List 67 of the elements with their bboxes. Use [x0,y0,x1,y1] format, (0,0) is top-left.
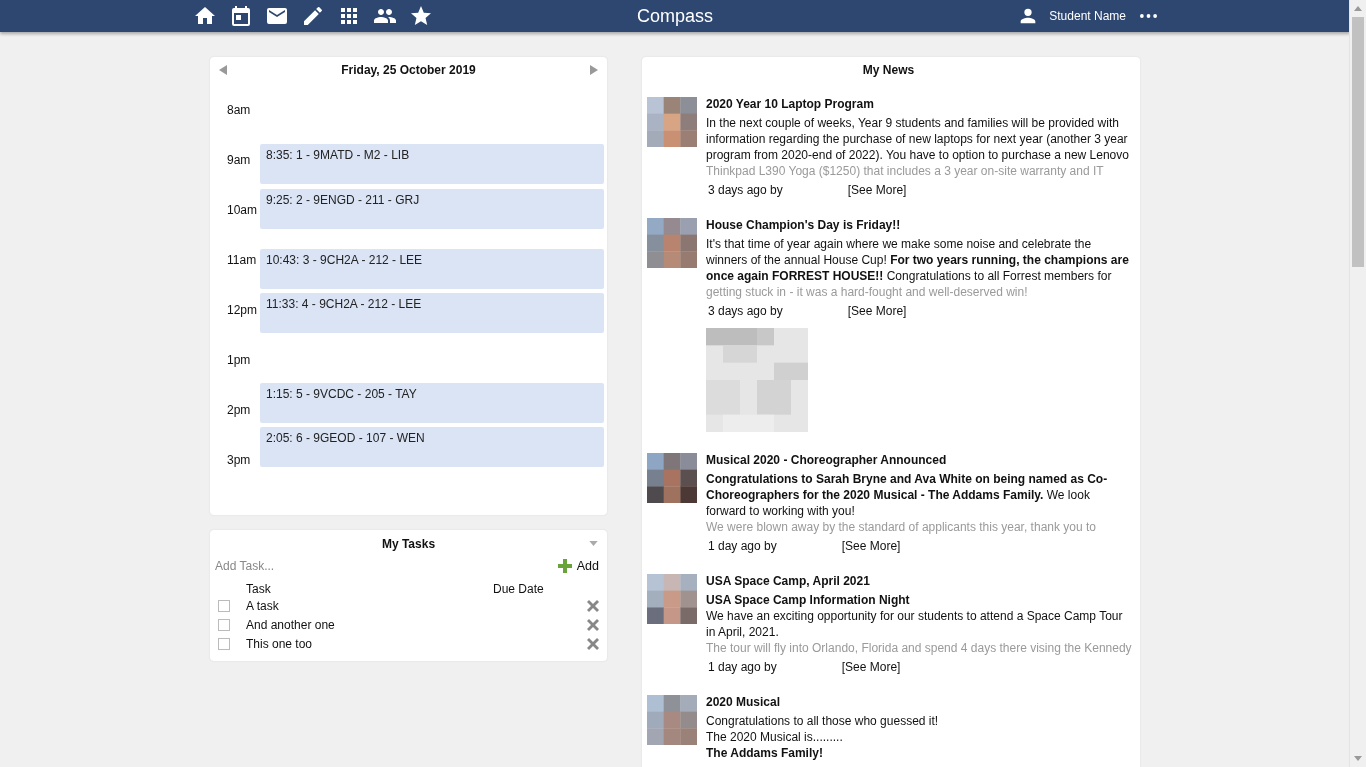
task-name: A task [246,598,280,613]
checkbox[interactable] [218,599,230,612]
hour-label: 2pm [227,403,251,417]
hour-label: 11am [227,253,257,267]
news-text: The 2020 Musical is......... [706,729,844,745]
posted-time: 1 day ago by [708,660,777,674]
news-subtitle: USA Space Camp Information Night [706,592,911,608]
news-headline[interactable]: House Champion's Day is Friday!! [706,218,1130,232]
plus-icon [557,559,572,573]
delete-icon[interactable] [587,599,599,612]
column-header: Due Date [493,582,544,596]
news-text: Congratulations to Sarah Bryne and Ava White on being named as Co-Choreographers for the 2020 Musical - The Addams Family. We look forward to working with you! [706,471,1109,519]
column-header: Task [246,582,272,596]
calendar-event[interactable]: 2:05: 6 - 9GEOD - 107 - WEN [260,426,604,467]
hour-label: 9am [227,153,251,167]
news-text: We have an exciting opportunity for our students to attend a Space Camp Tour in April, 2021. [706,608,1124,640]
news-text: The tour will fly into Orlando, Florida and spend 4 days there vising the Kennedy [706,640,1132,656]
tasks-title: My Tasks [381,537,436,551]
pencil-icon[interactable] [301,4,325,28]
see-more-link[interactable]: [See More] [847,304,907,318]
news-headline[interactable]: 2020 Year 10 Laptop Program [706,97,1130,111]
posted-time: 3 days ago by [708,183,783,197]
scroll-down-icon[interactable] [1354,756,1362,761]
calendar-event[interactable]: 10:43: 3 - 9CH2A - 212 - LEE [260,249,604,290]
news-text: It's that time of year again where we make some noise and celebrate the winners of the annual House Cup! For two years running, the champions are once again FORREST HOUSE!! Congratulations to all Forrest members for [706,236,1130,284]
scrollbar-thumb[interactable] [1352,17,1364,267]
news-text: Congratulations to all those who guessed it! [706,713,940,729]
news-headline[interactable]: Musical 2020 - Choreographer Announced [706,453,1130,467]
hour-label: 10am [227,203,258,217]
previous-day-icon[interactable] [219,65,227,75]
add-button[interactable]: Add [557,559,602,573]
see-more-link[interactable]: [See More] [841,660,901,674]
news-text: The Addams Family! [706,745,824,761]
user-name[interactable]: Student Name [1049,9,1126,23]
calendar-icon[interactable] [229,4,253,28]
calendar-date: Friday, 25 October 2019 [341,63,476,77]
star-icon[interactable] [409,4,433,28]
scroll-up-icon[interactable] [1354,6,1362,11]
calendar-event[interactable]: 9:25: 2 - 9ENGD - 211 - GRJ [260,188,604,229]
see-more-link[interactable]: [See More] [847,183,907,197]
hour-label: 8am [227,103,251,117]
checkbox[interactable] [218,618,230,631]
posted-time: 1 day ago by [708,539,777,553]
calendar-event[interactable]: 11:33: 4 - 9CH2A - 212 - LEE [260,293,604,334]
calendar-event[interactable]: 8:35: 1 - 9MATD - M2 - LIB [260,144,604,185]
task-name: And another one [246,617,336,632]
posted-time: 3 days ago by [708,304,783,318]
more-icon[interactable] [1140,14,1157,18]
hour-label: 12pm [227,303,258,317]
hour-label: 3pm [227,453,251,467]
hour-label: 1pm [227,353,251,367]
app-title: Compass [637,5,713,27]
delete-icon[interactable] [587,637,599,650]
delete-icon[interactable] [587,618,599,631]
calendar-event[interactable]: 1:15: 5 - 9VCDC - 205 - TAY [260,382,604,423]
dropdown-icon[interactable] [589,541,598,546]
see-more-link[interactable]: [See More] [841,539,901,553]
news-title: My News [861,63,916,77]
next-day-icon[interactable] [590,65,598,75]
news-text: getting stuck in - it was a hard-fought and well-deserved win! [706,284,1029,300]
news-text: Thinkpad L390 Yoga ($1250) that includes a 3 year on-site warranty and IT [706,163,1105,179]
news-text: In the next couple of weeks, Year 9 students and families will be provided with information regarding the purchase of new laptops for next year (another 3 year program from 2020-end of 2022). You have to option to purchase a new Lenovo [706,115,1130,163]
checkbox[interactable] [218,637,230,650]
news-headline[interactable]: 2020 Musical [706,695,1130,709]
task-name: This one too [246,636,314,651]
news-headline[interactable]: USA Space Camp, April 2021 [706,574,1132,588]
news-text: We were blown away by the standard of applicants this year, thank you to [706,519,1097,535]
